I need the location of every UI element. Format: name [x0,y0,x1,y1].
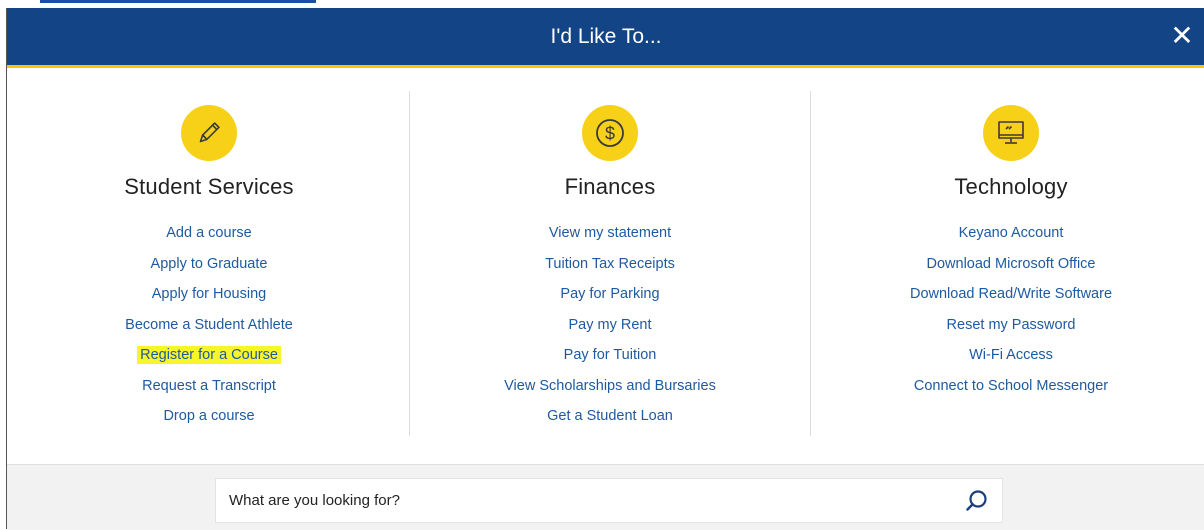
search-footer [7,464,1204,530]
link-reset-my-password[interactable]: Reset my Password [811,310,1204,341]
link-download-read-write[interactable]: Download Read/Write Software [811,279,1204,310]
column-technology: Technology Keyano Account Download Micro… [811,68,1204,463]
search-input[interactable] [216,479,959,522]
category-heading: Technology [954,174,1068,199]
link-get-student-loan[interactable]: Get a Student Loan [410,401,810,432]
link-list: Keyano Account Download Microsoft Office… [811,218,1204,401]
search-icon [966,490,987,511]
dollar-icon: $ [582,105,638,161]
search-box [215,478,1003,523]
computer-monitor-icon [983,105,1039,161]
link-view-my-statement[interactable]: View my statement [410,218,810,249]
link-pay-my-rent[interactable]: Pay my Rent [410,310,810,341]
link-register-for-a-course[interactable]: Register for a Course [9,340,409,371]
link-wifi-access[interactable]: Wi-Fi Access [811,340,1204,371]
column-student-services: Student Services Add a course Apply to G… [9,68,409,463]
background-link-fragment [40,0,316,3]
link-drop-a-course[interactable]: Drop a course [9,401,409,432]
pencil-icon [181,105,237,161]
column-finances: $ Finances View my statement Tuition Tax… [410,68,810,463]
link-pay-for-tuition[interactable]: Pay for Tuition [410,340,810,371]
link-school-messenger[interactable]: Connect to School Messenger [811,371,1204,402]
link-list: Add a course Apply to Graduate Apply for… [9,218,409,432]
link-columns: Student Services Add a course Apply to G… [7,68,1204,463]
modal-title: I'd Like To... [550,25,662,48]
link-view-scholarships[interactable]: View Scholarships and Bursaries [410,371,810,402]
link-request-a-transcript[interactable]: Request a Transcript [9,371,409,402]
link-add-a-course[interactable]: Add a course [9,218,409,249]
link-apply-to-graduate[interactable]: Apply to Graduate [9,249,409,280]
category-heading: Student Services [124,174,294,199]
modal-header: I'd Like To... ✕ [7,8,1204,68]
link-pay-for-parking[interactable]: Pay for Parking [410,279,810,310]
close-icon: ✕ [1170,20,1194,51]
link-download-microsoft-office[interactable]: Download Microsoft Office [811,249,1204,280]
background-page-strip [0,0,1204,8]
link-list: View my statement Tuition Tax Receipts P… [410,218,810,432]
link-become-student-athlete[interactable]: Become a Student Athlete [9,310,409,341]
category-heading: Finances [564,174,656,199]
svg-text:$: $ [605,124,615,144]
search-button[interactable] [964,488,990,514]
quick-links-modal: I'd Like To... ✕ Student Services Add a … [6,8,1204,530]
close-button[interactable]: ✕ [1167,21,1197,51]
link-apply-for-housing[interactable]: Apply for Housing [9,279,409,310]
link-tuition-tax-receipts[interactable]: Tuition Tax Receipts [410,249,810,280]
link-keyano-account[interactable]: Keyano Account [811,218,1204,249]
